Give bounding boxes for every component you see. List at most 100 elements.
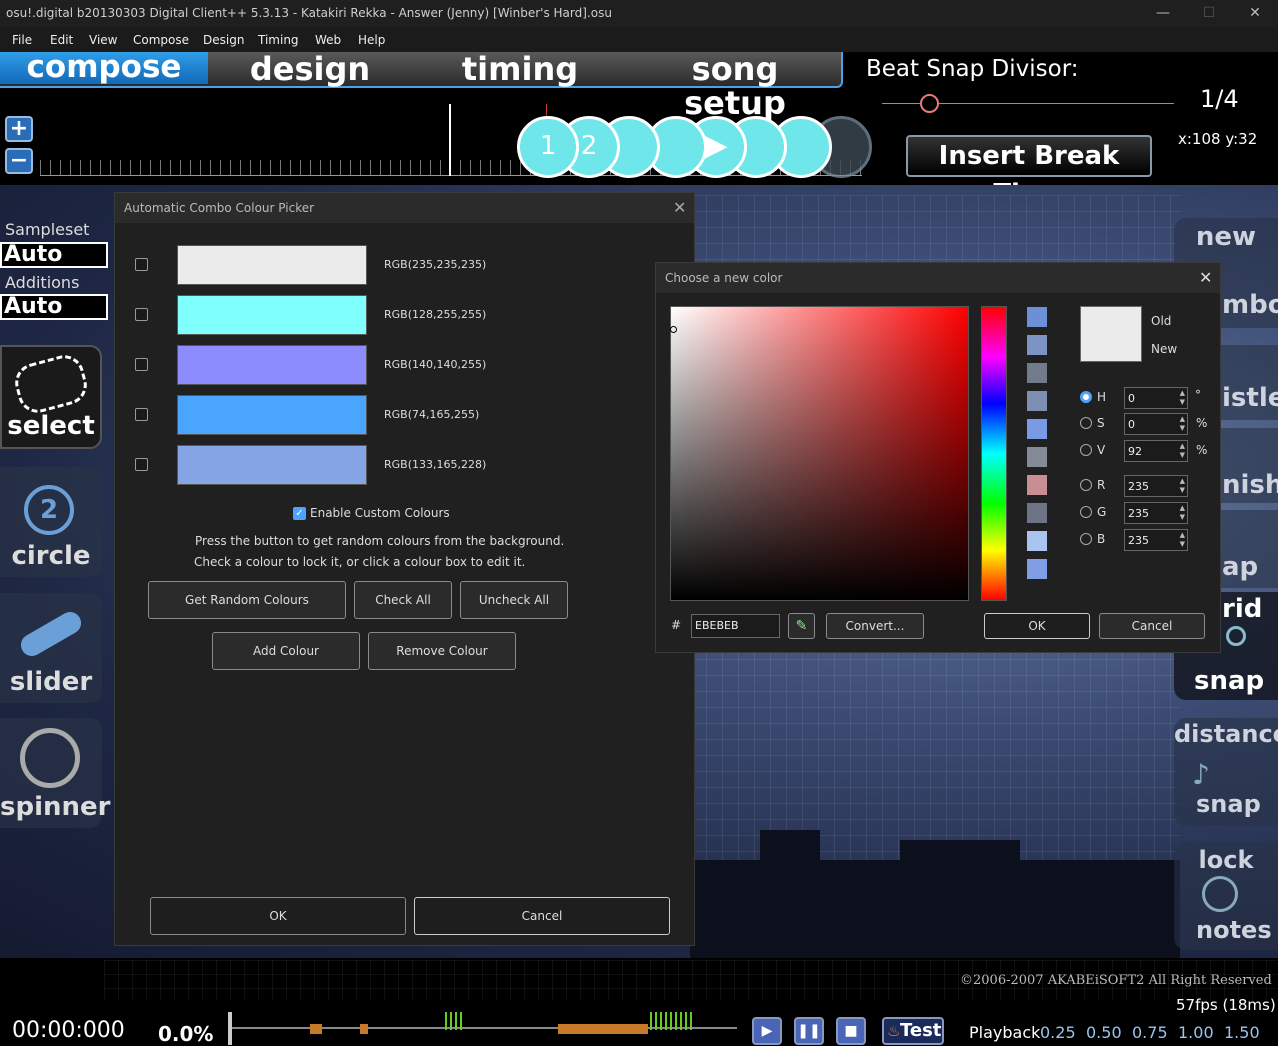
menu-edit[interactable]: Edit (50, 33, 73, 47)
spin-down-icon[interactable]: ▼ (1180, 451, 1185, 460)
spin-down-icon[interactable]: ▼ (1180, 540, 1185, 549)
hue-slider[interactable] (981, 306, 1007, 601)
spin-up-icon[interactable]: ▲ (1180, 531, 1185, 540)
zoom-in-button[interactable]: + (5, 116, 33, 142)
spin-down-icon[interactable]: ▼ (1180, 398, 1185, 407)
custom-color-swatch[interactable] (1027, 419, 1047, 439)
menu-view[interactable]: View (89, 33, 117, 47)
minimize-button[interactable]: — (1140, 0, 1186, 27)
v-radio[interactable] (1080, 444, 1092, 456)
check-all-button[interactable]: Check All (354, 581, 452, 619)
test-button[interactable]: ♨ Test (882, 1017, 944, 1045)
remove-colour-button[interactable]: Remove Colour (368, 632, 516, 670)
add-colour-button[interactable]: Add Colour (212, 632, 360, 670)
colour-swatch-4[interactable] (177, 395, 367, 435)
s-radio[interactable] (1080, 417, 1092, 429)
spin-down-icon[interactable]: ▼ (1180, 513, 1185, 522)
custom-color-swatch[interactable] (1027, 503, 1047, 523)
convert-button[interactable]: Convert... (826, 613, 924, 639)
v-input[interactable]: 92 ▲ ▼ (1124, 440, 1188, 462)
custom-color-swatch[interactable] (1027, 447, 1047, 467)
timeline-circle-1[interactable]: 1 (517, 116, 579, 178)
spin-up-icon[interactable]: ▲ (1180, 389, 1185, 398)
tab-compose[interactable]: compose (0, 52, 208, 84)
enable-custom-checkbox[interactable]: ✓ (293, 507, 306, 520)
menu-design[interactable]: Design (203, 33, 244, 47)
color-dialog-close-icon[interactable]: ✕ (1199, 268, 1212, 287)
eyedropper-icon[interactable]: ✎ (788, 613, 815, 639)
r-radio[interactable] (1080, 479, 1092, 491)
menu-file[interactable]: File (12, 33, 32, 47)
custom-color-swatch[interactable] (1027, 335, 1047, 355)
saturation-value-field[interactable] (670, 306, 969, 601)
colour-swatch-5[interactable] (177, 445, 367, 485)
get-random-colours-button[interactable]: Get Random Colours (148, 581, 346, 619)
colour-label-3: RGB(140,140,255) (384, 358, 487, 371)
insert-break-button[interactable]: Insert Break Time (906, 135, 1152, 209)
lock-notes-toggle[interactable]: lock notes (1174, 842, 1278, 950)
colour-lock-checkbox-4[interactable] (135, 408, 148, 421)
s-input[interactable]: 0 ▲ ▼ (1124, 413, 1188, 435)
tab-song-setup[interactable]: song setup (640, 52, 830, 120)
colour-lock-checkbox-5[interactable] (135, 458, 148, 471)
custom-color-swatch[interactable] (1027, 363, 1047, 383)
sv-picker-cursor[interactable] (670, 326, 677, 333)
speed-075[interactable]: 0.75 (1132, 1023, 1168, 1042)
close-button[interactable]: ✕ (1232, 0, 1278, 27)
menu-timing[interactable]: Timing (258, 33, 299, 47)
custom-color-swatch[interactable] (1027, 307, 1047, 327)
tab-design[interactable]: design (215, 52, 405, 88)
uncheck-all-button[interactable]: Uncheck All (460, 581, 568, 619)
colour-lock-checkbox-3[interactable] (135, 358, 148, 371)
spin-up-icon[interactable]: ▲ (1180, 442, 1185, 451)
menu-compose[interactable]: Compose (133, 33, 189, 47)
zoom-out-button[interactable]: − (5, 148, 33, 174)
maximize-button[interactable]: ☐ (1186, 0, 1232, 27)
pause-icon[interactable]: ❚❚ (794, 1017, 824, 1045)
g-input[interactable]: 235 ▲ ▼ (1124, 502, 1188, 524)
colour-lock-checkbox-2[interactable] (135, 308, 148, 321)
stop-icon[interactable]: ■ (836, 1017, 866, 1045)
additions-dropdown[interactable]: Auto (0, 294, 108, 320)
custom-color-swatch[interactable] (1027, 391, 1047, 411)
spin-up-icon[interactable]: ▲ (1180, 415, 1185, 424)
spin-down-icon[interactable]: ▼ (1180, 486, 1185, 495)
colour-lock-checkbox-1[interactable] (135, 258, 148, 271)
tool-select[interactable]: select (0, 345, 102, 449)
speed-050[interactable]: 0.50 (1086, 1023, 1122, 1042)
play-icon[interactable]: ▶ (752, 1017, 782, 1045)
tab-timing[interactable]: timing (425, 52, 615, 88)
g-radio[interactable] (1080, 506, 1092, 518)
h-input[interactable]: 0 ▲ ▼ (1124, 387, 1188, 409)
tool-slider[interactable]: slider (0, 593, 102, 703)
speed-100[interactable]: 1.00 (1178, 1023, 1214, 1042)
custom-color-swatch[interactable] (1027, 531, 1047, 551)
combo-dialog-close-icon[interactable]: ✕ (673, 198, 686, 217)
spin-up-icon[interactable]: ▲ (1180, 477, 1185, 486)
color-ok-button[interactable]: OK (984, 613, 1090, 639)
sampleset-dropdown[interactable]: Auto (0, 242, 108, 268)
b-radio[interactable] (1080, 533, 1092, 545)
tool-spinner[interactable]: spinner (0, 718, 110, 828)
colour-swatch-1[interactable] (177, 245, 367, 285)
colour-swatch-3[interactable] (177, 345, 367, 385)
color-cancel-button[interactable]: Cancel (1099, 613, 1205, 639)
hex-input[interactable]: EBEBEB (691, 614, 780, 638)
tool-circle[interactable]: 2 circle (0, 467, 102, 577)
r-input[interactable]: 235 ▲ ▼ (1124, 475, 1188, 497)
h-radio[interactable] (1080, 391, 1092, 403)
combo-cancel-button[interactable]: Cancel (414, 897, 670, 935)
combo-ok-button[interactable]: OK (150, 897, 406, 935)
custom-color-swatch[interactable] (1027, 559, 1047, 579)
custom-color-swatch[interactable] (1027, 475, 1047, 495)
colour-swatch-2[interactable] (177, 295, 367, 335)
speed-150[interactable]: 1.50 (1224, 1023, 1260, 1042)
spin-down-icon[interactable]: ▼ (1180, 424, 1185, 433)
menu-web[interactable]: Web (315, 33, 341, 47)
spin-up-icon[interactable]: ▲ (1180, 504, 1185, 513)
b-input[interactable]: 235 ▲ ▼ (1124, 529, 1188, 551)
speed-025[interactable]: 0.25 (1040, 1023, 1076, 1042)
menu-help[interactable]: Help (358, 33, 385, 47)
distance-snap-toggle[interactable]: distance ♪ snap (1174, 718, 1278, 826)
beat-snap-knob[interactable] (919, 94, 939, 113)
